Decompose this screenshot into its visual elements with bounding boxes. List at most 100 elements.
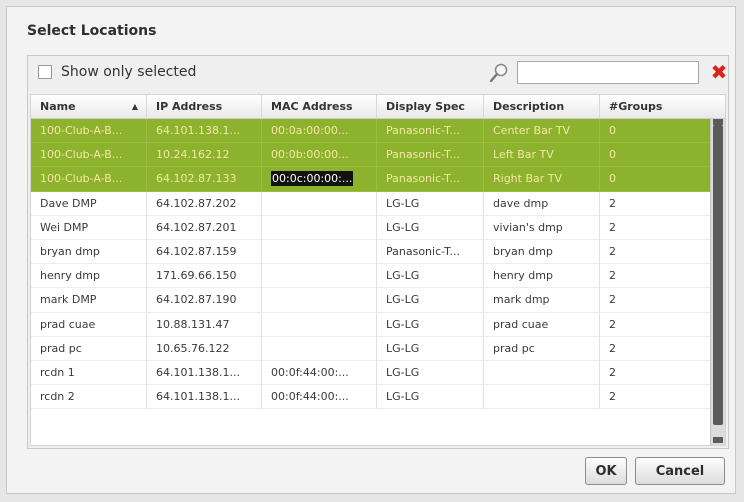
description-cell: prad cuae (484, 312, 600, 337)
name-cell: bryan dmp (31, 239, 147, 264)
table-row[interactable]: 100-Club-A-B... 10.24.162.12 00:0b:00:00..… (31, 143, 711, 168)
column-header-groups[interactable]: #Groups (600, 95, 711, 118)
table-row[interactable]: rcdn 1 64.101.138.1... 00:0f:44:00:... LG-L… (31, 360, 711, 386)
table-row[interactable]: bryan dmp 64.102.87.159 Panasonic-T... brya… (31, 239, 711, 265)
table-row[interactable]: mark DMP 64.102.87.190 LG-LG mark dmp 2 (31, 288, 711, 313)
table-row[interactable]: 100-Club-A-B... 64.101.138.1... 00:0a:00:0… (31, 119, 711, 144)
mac-address-cell (262, 288, 377, 313)
ok-button[interactable]: OK (585, 457, 627, 485)
mac-address-cell (262, 191, 377, 216)
groups-cell: 0 (600, 167, 711, 192)
column-header-description[interactable]: Description (484, 95, 600, 118)
column-header-name[interactable]: Name ▲ (31, 95, 147, 118)
table-row[interactable]: Wei DMP 64.102.87.201 LG-LG vivian's dmp 2 (31, 215, 711, 240)
name-cell: rcdn 2 (31, 385, 147, 410)
ip-address-cell: 64.102.87.133 (147, 167, 262, 192)
table-row[interactable]: rcdn 2 64.101.138.1... 00:0f:44:00:... LG-L… (31, 385, 711, 410)
display-spec-cell: Panasonic-T... (377, 143, 484, 168)
column-header-display-spec[interactable]: Display Spec (377, 95, 484, 118)
groups-cell: 2 (600, 336, 711, 361)
filter-toolbar: Show only selected ✖ (28, 56, 728, 92)
ip-address-cell: 64.102.87.202 (147, 191, 262, 216)
scroll-down-arrow[interactable] (713, 437, 723, 443)
name-cell: henry dmp (31, 264, 147, 289)
description-cell: bryan dmp (484, 239, 600, 264)
header-filler (710, 95, 725, 119)
display-spec-cell: Panasonic-T... (377, 119, 484, 143)
description-cell: mark dmp (484, 288, 600, 313)
ip-address-cell: 10.88.131.47 (147, 312, 262, 337)
groups-cell: 0 (600, 143, 711, 168)
sort-ascending-icon: ▲ (131, 102, 138, 111)
ip-address-cell: 64.101.138.1... (147, 360, 262, 385)
vertical-scrollbar[interactable] (710, 119, 725, 445)
groups-cell: 2 (600, 239, 711, 264)
show-only-selected-label[interactable]: Show only selected (61, 64, 196, 80)
table-header: Name ▲ IP Address MAC Address Display Sp… (31, 95, 711, 119)
groups-cell: 2 (600, 191, 711, 216)
cancel-button[interactable]: Cancel (635, 457, 725, 485)
ip-address-cell: 64.101.138.1... (147, 119, 262, 143)
groups-cell: 2 (600, 264, 711, 289)
locations-panel: Show only selected ✖ Name ▲ IP Address M… (27, 55, 729, 449)
ip-address-cell: 64.102.87.159 (147, 239, 262, 264)
name-cell: Wei DMP (31, 215, 147, 240)
description-cell: Center Bar TV (484, 119, 600, 143)
dialog-title: Select Locations (27, 23, 157, 39)
display-spec-cell: LG-LG (377, 215, 484, 240)
ip-address-cell: 64.102.87.190 (147, 288, 262, 313)
table-row[interactable]: Dave DMP 64.102.87.202 LG-LG dave dmp 2 (31, 191, 711, 216)
table-row[interactable]: prad pc 10.65.76.122 LG-LG prad pc 2 (31, 336, 711, 361)
column-header-ip-address[interactable]: IP Address (147, 95, 262, 118)
mac-address-cell (262, 336, 377, 361)
description-cell (484, 360, 600, 385)
display-spec-cell: Panasonic-T... (377, 239, 484, 264)
groups-cell: 2 (600, 312, 711, 337)
mac-address-cell (262, 264, 377, 289)
groups-cell: 2 (600, 215, 711, 240)
search-input[interactable] (517, 61, 699, 84)
groups-cell: 2 (600, 360, 711, 385)
ip-address-cell: 10.65.76.122 (147, 336, 262, 361)
table-body: 100-Club-A-B... 64.101.138.1... 00:0a:00:0… (31, 119, 711, 410)
mac-address-cell (262, 215, 377, 240)
display-spec-cell: LG-LG (377, 385, 484, 410)
mac-address-cell: 00:0b:00:00... (262, 143, 377, 168)
mac-address-cell: 00:0c:00:00:... (262, 167, 377, 192)
display-spec-cell: LG-LG (377, 264, 484, 289)
locations-table: Name ▲ IP Address MAC Address Display Sp… (30, 94, 726, 446)
ip-address-cell: 64.101.138.1... (147, 385, 262, 410)
table-row[interactable]: prad cuae 10.88.131.47 LG-LG prad cuae 2 (31, 312, 711, 337)
display-spec-cell: LG-LG (377, 360, 484, 385)
mac-address-cell: 00:0a:00:00... (262, 119, 377, 143)
description-cell (484, 385, 600, 410)
display-spec-cell: LG-LG (377, 312, 484, 337)
display-spec-cell: Panasonic-T... (377, 167, 484, 192)
ip-address-cell: 171.69.66.150 (147, 264, 262, 289)
clear-icon[interactable]: ✖ (710, 62, 728, 82)
display-spec-cell: LG-LG (377, 191, 484, 216)
mac-address-cell: 00:0f:44:00:... (262, 360, 377, 385)
column-header-mac-address[interactable]: MAC Address (262, 95, 377, 118)
table-row[interactable]: henry dmp 171.69.66.150 LG-LG henry dmp 2 (31, 264, 711, 289)
select-locations-dialog: Select Locations Show only selected ✖ Na… (6, 6, 736, 494)
name-cell: 100-Club-A-B... (31, 143, 147, 168)
name-cell: mark DMP (31, 288, 147, 313)
display-spec-cell: LG-LG (377, 336, 484, 361)
description-cell: vivian's dmp (484, 215, 600, 240)
groups-cell: 2 (600, 288, 711, 313)
description-cell: henry dmp (484, 264, 600, 289)
groups-cell: 0 (600, 119, 711, 143)
mac-address-cell: 00:0f:44:00:... (262, 385, 377, 410)
name-cell: prad cuae (31, 312, 147, 337)
display-spec-cell: LG-LG (377, 288, 484, 313)
table-row[interactable]: 100-Club-A-B... 64.102.87.133 00:0c:00:00:… (31, 167, 711, 192)
name-cell: Dave DMP (31, 191, 147, 216)
show-only-selected-checkbox[interactable] (38, 65, 52, 79)
scrollbar-thumb[interactable] (713, 125, 723, 425)
name-cell: 100-Club-A-B... (31, 119, 147, 143)
name-cell: rcdn 1 (31, 360, 147, 385)
description-cell: Left Bar TV (484, 143, 600, 168)
name-cell: 100-Club-A-B... (31, 167, 147, 192)
description-cell: prad pc (484, 336, 600, 361)
